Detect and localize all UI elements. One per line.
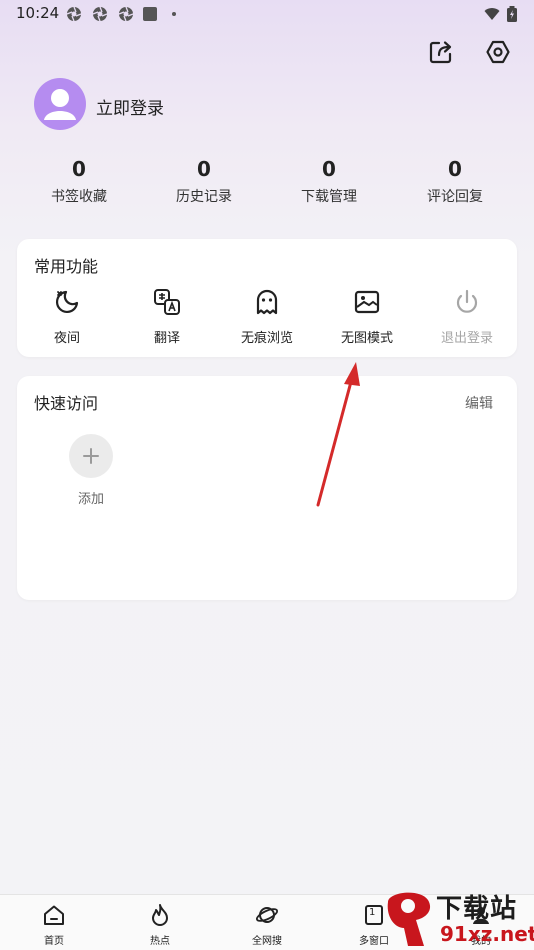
function-label: 无图模式 bbox=[340, 331, 393, 346]
planet-icon bbox=[255, 907, 279, 923]
quick-access-card: 快速访问 编辑 添加 bbox=[17, 376, 517, 600]
aperture-icon bbox=[66, 6, 82, 22]
card-title: 快速访问 bbox=[34, 394, 99, 413]
image-icon bbox=[354, 290, 380, 314]
card-title: 常用功能 bbox=[34, 257, 99, 276]
stat-history[interactable]: 0 历史记录 bbox=[154, 154, 254, 206]
common-functions-card: 常用功能 夜间 翻译 无痕浏览 无图模式 退出登录 bbox=[17, 239, 517, 357]
stat-label: 评论回复 bbox=[427, 189, 483, 205]
nav-label: 热点 bbox=[150, 936, 170, 947]
watermark-domain: 91xz.net bbox=[440, 922, 534, 946]
share-icon[interactable] bbox=[427, 38, 455, 66]
aperture-icon bbox=[118, 6, 134, 22]
nav-label: 首页 bbox=[44, 936, 64, 947]
function-label: 退出登录 bbox=[440, 331, 493, 346]
window-count: 1 bbox=[369, 907, 376, 918]
power-icon bbox=[456, 289, 478, 313]
function-night-mode[interactable]: 夜间 bbox=[17, 287, 117, 346]
translate-icon bbox=[154, 289, 180, 315]
stat-value: 0 bbox=[72, 157, 86, 181]
function-label: 无痕浏览 bbox=[240, 331, 293, 346]
watermark: 下载站 91xz.net bbox=[380, 888, 534, 950]
stat-label: 历史记录 bbox=[176, 189, 232, 205]
user-avatar-icon bbox=[44, 89, 76, 120]
function-logout[interactable]: 退出登录 bbox=[417, 287, 517, 346]
function-no-image[interactable]: 无图模式 bbox=[317, 287, 417, 346]
edit-button[interactable]: 编辑 bbox=[465, 393, 493, 413]
stat-bookmarks[interactable]: 0 书签收藏 bbox=[29, 154, 129, 206]
function-translate[interactable]: 翻译 bbox=[117, 287, 217, 346]
nav-home[interactable]: 首页 bbox=[24, 903, 84, 947]
stat-comments[interactable]: 0 评论回复 bbox=[405, 154, 505, 206]
add-shortcut-button[interactable] bbox=[69, 434, 113, 478]
plus-icon bbox=[83, 448, 99, 464]
nav-search-all[interactable]: 全网搜 bbox=[237, 903, 297, 947]
watermark-logo-icon bbox=[387, 892, 431, 946]
function-label: 夜间 bbox=[53, 331, 80, 346]
settings-icon[interactable] bbox=[484, 38, 512, 66]
ghost-icon bbox=[256, 289, 278, 315]
avatar[interactable] bbox=[34, 78, 86, 130]
add-shortcut-label: 添加 bbox=[77, 492, 104, 507]
battery-icon bbox=[507, 6, 517, 22]
aperture-icon bbox=[92, 6, 108, 22]
watermark-title: 下载站 bbox=[436, 894, 518, 924]
stat-label: 书签收藏 bbox=[51, 189, 107, 205]
nav-hot[interactable]: 热点 bbox=[130, 903, 190, 947]
notification-dot-icon bbox=[172, 12, 176, 16]
app-square-icon bbox=[143, 7, 157, 21]
wifi-icon bbox=[484, 8, 500, 20]
nav-label: 全网搜 bbox=[252, 936, 282, 947]
stat-value: 0 bbox=[322, 157, 336, 181]
stat-value: 0 bbox=[197, 157, 211, 181]
home-icon bbox=[44, 905, 64, 925]
stat-value: 0 bbox=[448, 157, 462, 181]
moon-icon bbox=[55, 290, 79, 314]
stat-downloads[interactable]: 0 下载管理 bbox=[279, 154, 379, 206]
login-link[interactable]: 立即登录 bbox=[96, 94, 164, 119]
status-bar: 10:24 bbox=[0, 0, 534, 28]
function-label: 翻译 bbox=[153, 331, 180, 346]
stat-label: 下载管理 bbox=[301, 189, 357, 205]
status-time: 10:24 bbox=[16, 4, 60, 22]
fire-icon bbox=[152, 904, 168, 926]
stats-row: 0 书签收藏 0 历史记录 0 下载管理 0 评论回复 bbox=[0, 154, 534, 214]
function-incognito[interactable]: 无痕浏览 bbox=[217, 287, 317, 346]
